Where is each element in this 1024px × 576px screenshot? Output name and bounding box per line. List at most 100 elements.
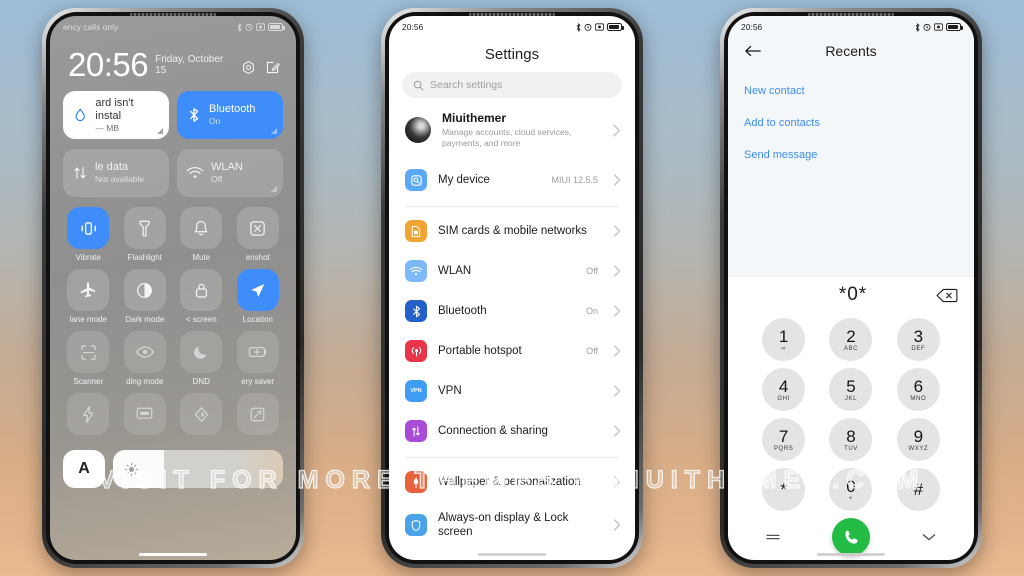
water-drop-icon [75,107,85,121]
account-description: Manage accounts, cloud services, payment… [442,127,572,148]
qs-tile-flashlight[interactable]: Flashlight [120,207,171,262]
dialpad-key-8[interactable]: 8 TUV [829,418,873,461]
link-send-message[interactable]: Send message [728,139,974,171]
dialpad-key-6[interactable]: 6 MNO [896,368,940,411]
tile-expand-corner[interactable] [157,128,163,134]
settings-row-my-device[interactable]: My device MIUI 12.5.5 [389,160,635,200]
qs-tile-cast[interactable] [120,393,171,439]
qs-tile-dnd[interactable]: DND [176,331,227,386]
qs-tile-auto-rotate[interactable] [233,393,284,439]
tile-bluetooth-title: Bluetooth [209,103,256,115]
qs-label: Scanner [73,377,104,386]
qs-tile-mute[interactable]: Mute [176,207,227,262]
qs-tile-location[interactable]: Location [233,269,284,324]
tile-wlan-sub: Off [211,174,223,184]
qs-tile-flash[interactable] [63,393,114,439]
key-sub: + [848,495,854,502]
bluetooth-icon [915,22,920,32]
settings-row-wlan[interactable]: WLAN Off [389,251,635,291]
tile-bluetooth[interactable]: Bluetooth On [177,91,283,139]
settings-row-vpn[interactable]: VPN VPN [389,371,635,411]
key-sub: WXYZ [908,445,929,452]
tile-expand-corner[interactable] [271,128,277,134]
dialpad-key-hash[interactable]: # [896,468,940,511]
flashlight-icon [123,207,166,249]
sun-icon [124,462,139,476]
brightness-slider[interactable] [113,450,283,488]
tile-mobile-data[interactable]: le data Not available [63,149,169,197]
link-add-to-contacts[interactable]: Add to contacts [728,107,974,139]
phone3-screen: 20:56 Recents New contact Add to contact… [728,16,974,560]
keypad-menu-icon[interactable] [762,526,784,548]
battery-icon [946,23,963,31]
qs-tile-lock-screen[interactable]: < screen [176,269,227,324]
key-sub: DEF [911,345,926,352]
tile-wlan[interactable]: WLAN Off [177,149,283,197]
tile-wlan-title: WLAN [211,161,243,173]
settings-row-sim-cards[interactable]: SIM cards & mobile networks [389,211,635,251]
chevron-down-icon[interactable] [918,526,940,548]
phone1-carrier-text: ency calls only [63,22,119,32]
alarm-status-icon [245,23,253,31]
settings-row-label: Portable hotspot [438,345,522,357]
dialed-number[interactable]: *0* [744,284,936,306]
dialpad-key-0[interactable]: 0 + [829,468,873,511]
dialpad-key-4[interactable]: 4 GHI [762,368,806,411]
key-sub: TUV [844,445,858,452]
tile-mobile-data-sub: Not available [95,174,145,184]
account-row[interactable]: Miuithemer Manage accounts, cloud servic… [389,98,635,160]
phone2-status-icons [576,22,624,32]
dialpad-key-3[interactable]: 3 DEF [896,318,940,361]
qs-tile-battery-saver[interactable]: ery saver [233,331,284,386]
settings-row-aod-lockscreen[interactable]: Always-on display & Lock screen [389,502,635,548]
home-indicator[interactable] [139,553,207,556]
link-new-contact[interactable]: New contact [728,75,974,107]
lockscreen-time: 20:56 [68,46,149,83]
qs-tile-scanner[interactable]: Scanner [63,331,114,386]
dialpad-key-1[interactable]: 1 ∞ [762,318,806,361]
tile-storage[interactable]: ard isn't instal --- MB [63,91,169,139]
home-indicator[interactable] [478,553,546,556]
key-sub: JKL [844,395,858,402]
settings-row-label: Bluetooth [438,305,487,317]
qs-tile-screenshot[interactable]: enshot [233,207,284,262]
tile-expand-corner[interactable] [271,186,277,192]
qs-tile-vibrate[interactable]: Vibrate [63,207,114,262]
dialpad-key-5[interactable]: 5 JKL [829,368,873,411]
earpiece-speaker [469,13,555,16]
settings-row-bluetooth[interactable]: Bluetooth On [389,291,635,331]
dialpad-key-2[interactable]: 2 ABC [829,318,873,361]
dialpad-key-9[interactable]: 9 WXYZ [896,418,940,461]
settings-row-connection-sharing[interactable]: Connection & sharing [389,411,635,451]
settings-row-wallpaper[interactable]: Wallpaper & personalization [389,462,635,502]
dialpad-key-7[interactable]: 7 PQRS [762,418,806,461]
qs-tile-airplane-mode[interactable]: lane mode [63,269,114,324]
qs-tile-reading-mode[interactable]: ding mode [120,331,171,386]
settings-row-value: On [585,306,598,316]
qs-tile-nfc[interactable] [176,393,227,439]
search-input[interactable]: Search settings [402,72,622,98]
settings-row-portable-hotspot[interactable]: Portable hotspot Off [389,331,635,371]
backspace-icon[interactable] [936,288,958,303]
qs-tile-dark-mode[interactable]: Dark mode [120,269,171,324]
screenshot-status-icon [934,23,943,31]
home-indicator[interactable] [817,553,885,556]
call-button[interactable] [832,518,870,556]
nfc-icon [180,393,223,435]
phone2-status-bar: 20:56 [389,16,635,38]
dialpad-key-star[interactable]: * [762,468,806,511]
chevron-right-icon [613,476,621,488]
back-arrow-icon[interactable] [744,44,762,58]
lockscreen-clock-actions [241,60,280,81]
key-sub: PQRS [773,445,794,452]
settings-row-label: WLAN [438,265,472,277]
settings-row-label: Wallpaper & personalization [438,476,581,488]
phone2-status-time: 20:56 [402,22,424,32]
brightness-row: A [50,439,296,488]
edit-note-icon[interactable] [265,60,280,75]
lockscreen-clock-row: 20:56 Friday, October 15 [50,38,296,81]
chevron-right-icon [613,305,621,317]
my-device-icon [405,169,427,191]
auto-brightness-button[interactable]: A [63,450,105,488]
alarm-icon[interactable] [241,60,256,75]
